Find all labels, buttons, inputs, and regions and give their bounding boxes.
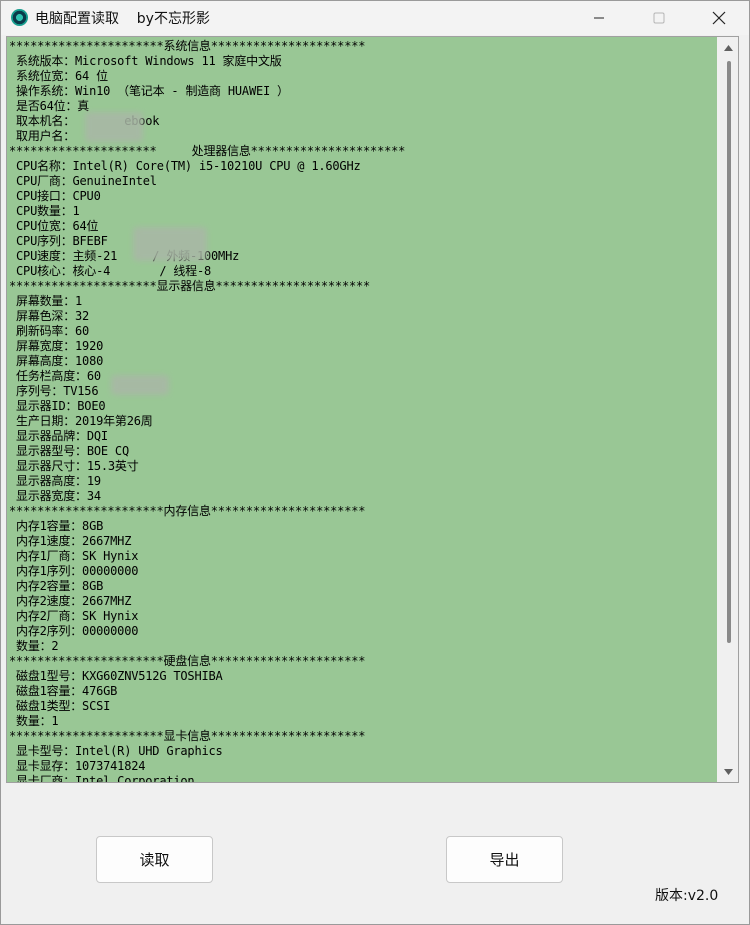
log-line: CPU接口：CPU0 xyxy=(9,189,101,203)
maximize-icon xyxy=(653,12,665,24)
log-line: CPU序列：BFEBF xyxy=(9,234,108,248)
privacy-blur xyxy=(133,227,207,261)
close-icon xyxy=(712,11,726,25)
log-line: CPU速度：主频-21 / 外频-100MHz xyxy=(9,249,240,263)
log-line: **********************内存信息**************… xyxy=(9,504,366,518)
scroll-thumb[interactable] xyxy=(727,61,731,643)
log-line: 显示器型号：BOE CQ xyxy=(9,444,129,458)
log-line: 显示器品牌：DQI xyxy=(9,429,108,443)
log-line: 磁盘1容量：476GB xyxy=(9,684,118,698)
log-line: CPU数量：1 xyxy=(9,204,80,218)
window-title: 电脑配置读取 by不忘形影 xyxy=(35,11,210,27)
log-line: 显卡厂商：Intel Corporation xyxy=(9,774,195,782)
maximize-button[interactable] xyxy=(629,1,689,35)
log-line: 内存1厂商：SK Hynix xyxy=(9,549,139,563)
title-bar[interactable]: 电脑配置读取 by不忘形影 xyxy=(1,1,749,35)
log-line: 系统版本：Microsoft Windows 11 家庭中文版 xyxy=(9,54,282,68)
log-line: 显示器尺寸：15.3英寸 xyxy=(9,459,139,473)
privacy-blur xyxy=(85,112,143,142)
scroll-down-icon[interactable] xyxy=(723,767,734,777)
app-window: 电脑配置读取 by不忘形影 **********************系统信息… xyxy=(0,0,750,925)
log-line: 操作系统：Win10 （笔记本 - 制造商 HUAWEI ） xyxy=(9,84,289,98)
log-line: CPU核心：核心-4 / 线程-8 xyxy=(9,264,212,278)
log-line: 系统位宽：64 位 xyxy=(9,69,108,83)
log-line: 显示器高度：19 xyxy=(9,474,101,488)
log-line: 屏幕高度：1080 xyxy=(9,354,104,368)
version-label: 版本:v2.0 xyxy=(655,888,719,904)
close-button[interactable] xyxy=(689,1,749,35)
log-line: CPU位宽：64位 xyxy=(9,219,99,233)
log-line: 屏幕宽度：1920 xyxy=(9,339,104,353)
info-log-frame: **********************系统信息**************… xyxy=(6,36,739,783)
log-scrollbar[interactable] xyxy=(719,37,738,782)
read-button[interactable]: 读取 xyxy=(96,836,213,883)
info-log-textarea[interactable]: **********************系统信息**************… xyxy=(7,37,717,782)
log-line: CPU厂商：GenuineIntel xyxy=(9,174,157,188)
log-line: 内存2序列：00000000 xyxy=(9,624,139,638)
privacy-blur xyxy=(111,375,169,395)
log-line: 内存2容量：8GB xyxy=(9,579,104,593)
log-line: **********************硬盘信息**************… xyxy=(9,654,366,668)
log-line: **********************系统信息**************… xyxy=(9,39,366,53)
log-line: 生产日期：2019年第26周 xyxy=(9,414,153,428)
log-line: 显示器宽度：34 xyxy=(9,489,101,503)
log-line: 磁盘1型号：KXG60ZNV512G TOSHIBA xyxy=(9,669,223,683)
log-line: 内存1容量：8GB xyxy=(9,519,104,533)
log-line: 内存2速度：2667MHZ xyxy=(9,594,132,608)
log-line: 显示器ID：BOE0 xyxy=(9,399,106,413)
minimize-icon xyxy=(594,17,604,19)
log-line: 显卡显存：1073741824 xyxy=(9,759,146,773)
log-line: 数量：2 xyxy=(9,639,59,653)
log-line: *********************显示器信息**************… xyxy=(9,279,371,293)
log-line: 内存1速度：2667MHZ xyxy=(9,534,132,548)
log-line: 磁盘1类型：SCSI xyxy=(9,699,111,713)
log-line: 内存1序列：00000000 xyxy=(9,564,139,578)
log-line: 内存2厂商：SK Hynix xyxy=(9,609,139,623)
minimize-button[interactable] xyxy=(569,1,629,35)
log-line: 屏幕色深：32 xyxy=(9,309,90,323)
export-button[interactable]: 导出 xyxy=(446,836,563,883)
log-line: 数量：1 xyxy=(9,714,59,728)
log-line: 屏幕数量：1 xyxy=(9,294,83,308)
app-logo-icon xyxy=(11,9,28,26)
scroll-up-icon[interactable] xyxy=(723,43,734,53)
log-line: ********************* 处理器信息*************… xyxy=(9,144,406,158)
log-line: 显卡型号：Intel(R) UHD Graphics xyxy=(9,744,223,758)
log-line: CPU名称：Intel(R) Core(TM) i5-10210U CPU @ … xyxy=(9,159,361,173)
log-line: **********************显卡信息**************… xyxy=(9,729,366,743)
log-line: 刷新码率：60 xyxy=(9,324,90,338)
